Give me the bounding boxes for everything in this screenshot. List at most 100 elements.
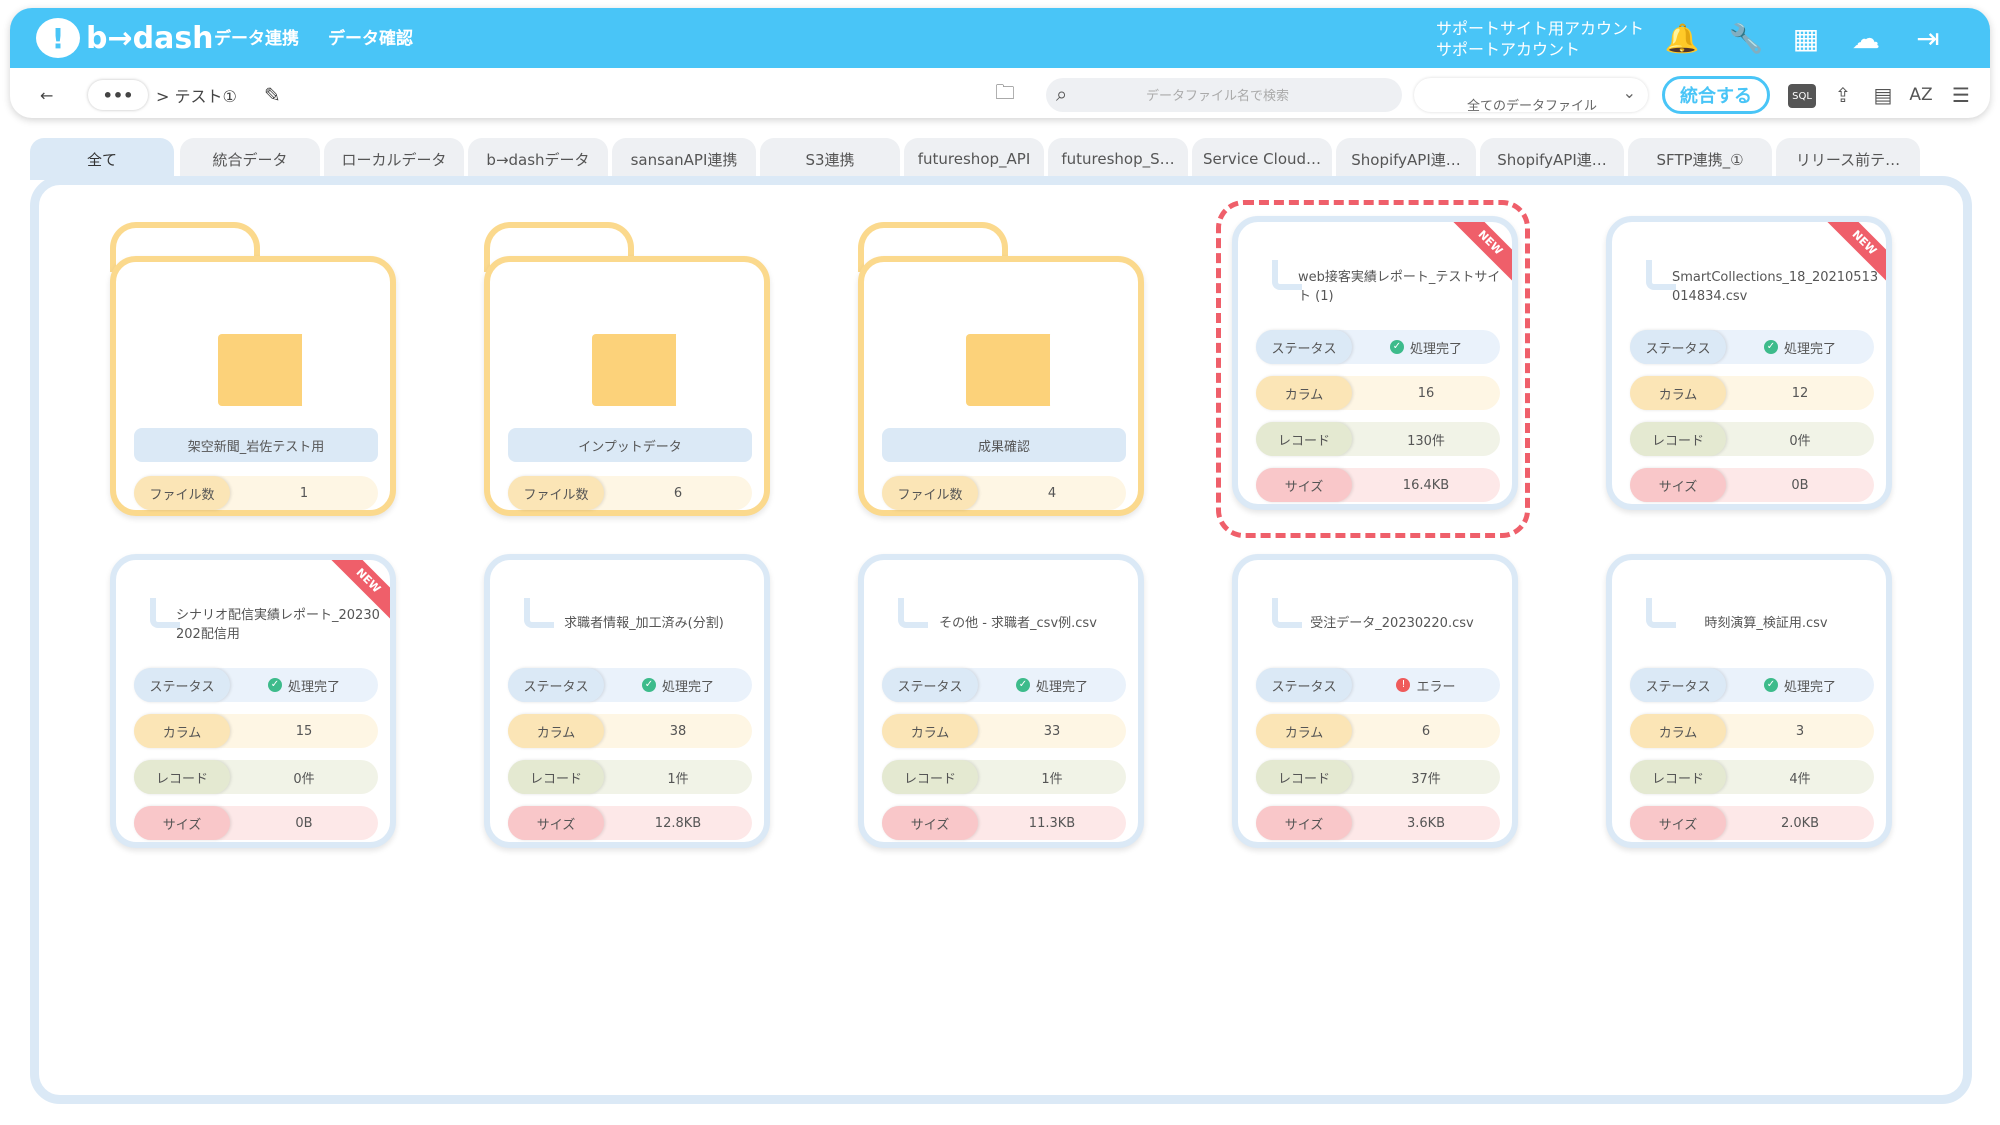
check-circle-icon: ✓ bbox=[1763, 340, 1778, 354]
file-card[interactable]: 受注データ_20230220.csv ステータス! エラー カラム 6 レコード 37件 サイ… bbox=[1232, 554, 1518, 848]
bell-icon[interactable]: 🔔 bbox=[1662, 18, 1702, 58]
record-label: レコード bbox=[1256, 422, 1352, 456]
folder-card[interactable]: インプットデータ ファイル数 6 bbox=[484, 222, 770, 516]
nav-data-link[interactable]: データ連携 bbox=[214, 24, 299, 49]
app-header: ! b→dash データ連携 データ確認 サポートサイト用アカウント サポートア… bbox=[10, 8, 1990, 118]
size-value: 2.0KB bbox=[1780, 815, 1820, 831]
record-label: レコード bbox=[1630, 422, 1726, 456]
size-label: サイズ bbox=[882, 806, 978, 840]
breadcrumb-more-button[interactable]: ••• bbox=[88, 80, 148, 110]
edit-pencil-icon[interactable]: ✎ bbox=[264, 80, 281, 110]
check-circle-icon: ✓ bbox=[641, 678, 656, 692]
folder-card[interactable]: 架空新聞_岩佐テスト用 ファイル数 1 bbox=[110, 222, 396, 516]
list-view-icon[interactable]: ☰ bbox=[1946, 80, 1976, 110]
file-card[interactable]: NEW SmartCollections_18_20210513014834.cs… bbox=[1606, 216, 1892, 510]
tab-bdash[interactable]: b→dashデータ bbox=[468, 138, 608, 180]
logout-icon[interactable]: ⇥ bbox=[1908, 18, 1948, 58]
column-value: 38 bbox=[669, 723, 687, 739]
record-row: レコード 130件 bbox=[1256, 422, 1500, 456]
tab-sftp[interactable]: SFTP連携_① bbox=[1628, 138, 1772, 180]
tab-prerelease[interactable]: リリース前テ… bbox=[1776, 138, 1920, 180]
record-value: 130件 bbox=[1407, 433, 1445, 449]
size-label: サイズ bbox=[1630, 468, 1726, 502]
back-icon[interactable]: ← bbox=[40, 80, 53, 110]
search-input[interactable]: ⌕ データファイル名で検索 bbox=[1046, 78, 1402, 112]
record-value: 37件 bbox=[1411, 771, 1441, 787]
sql-icon[interactable]: SQL bbox=[1788, 84, 1816, 108]
tab-merged[interactable]: 統合データ bbox=[180, 138, 320, 180]
tab-shopify-1[interactable]: ShopifyAPI連… bbox=[1336, 138, 1476, 180]
wrench-icon[interactable]: 🔧 bbox=[1726, 18, 1766, 58]
tab-shopify-2[interactable]: ShopifyAPI連… bbox=[1480, 138, 1624, 180]
record-value: 1件 bbox=[667, 771, 689, 787]
grid-icon[interactable]: ▦ bbox=[1786, 18, 1826, 58]
account-info[interactable]: サポートサイト用アカウント サポートアカウント bbox=[1436, 18, 1644, 60]
status-row: ステータス ✓ 処理完了 bbox=[508, 668, 752, 702]
file-title: その他 - 求職者_csv例.csv bbox=[939, 616, 1097, 631]
file-card-body: NEW SmartCollections_18_20210513014834.cs… bbox=[1606, 216, 1892, 510]
file-card[interactable]: 時刻演算_検証用.csv ステータス ✓ 処理完了 カラム 3 レコード 4件 サイズ 2.0KB bbox=[1606, 554, 1892, 848]
tab-futureshop-s[interactable]: futureshop_S… bbox=[1048, 138, 1188, 180]
column-value: 15 bbox=[295, 723, 313, 739]
status-text: 処理完了 bbox=[1409, 341, 1462, 357]
app-logo[interactable]: ! b→dash bbox=[36, 18, 214, 58]
file-card-body: 時刻演算_検証用.csv ステータス ✓ 処理完了 カラム 3 レコード 4件 サイズ 2.0KB bbox=[1606, 554, 1892, 848]
size-row: サイズ 16.4KB bbox=[1256, 468, 1500, 502]
folder-data-icon bbox=[592, 334, 684, 410]
status-row: ステータス ✓ 処理完了 bbox=[1630, 330, 1874, 364]
size-row: サイズ 11.3KB bbox=[882, 806, 1126, 840]
merge-button[interactable]: 統合する bbox=[1662, 76, 1770, 114]
table-view-icon[interactable]: ▤ bbox=[1868, 80, 1898, 110]
size-value: 3.6KB bbox=[1406, 815, 1446, 831]
check-circle-icon: ✓ bbox=[267, 678, 282, 692]
record-label: レコード bbox=[134, 760, 230, 794]
new-folder-icon[interactable]: 🗀 bbox=[990, 80, 1020, 110]
file-card-body: 求職者情報_加工済み(分割) ステータス ✓ 処理完了 カラム 38 レコード 1件 サイズ 12… bbox=[484, 554, 770, 848]
file-card-body: 受注データ_20230220.csv ステータス! エラー カラム 6 レコード 37件 サイ… bbox=[1232, 554, 1518, 848]
status-text: 処理完了 bbox=[1783, 679, 1836, 695]
file-count-row: ファイル数 6 bbox=[508, 476, 752, 510]
file-title: SmartCollections_18_20210513014834.csv bbox=[1672, 270, 1879, 304]
record-value: 4件 bbox=[1789, 771, 1811, 787]
status-value: ✓ 処理完了 bbox=[604, 668, 752, 702]
status-label: ステータス bbox=[882, 668, 978, 702]
top-bar: ! b→dash データ連携 データ確認 サポートサイト用アカウント サポートア… bbox=[10, 8, 1990, 68]
file-card[interactable]: NEW シナリオ配信実績レポート_20230202配信用 ステータス ✓ 処理完了 カラム… bbox=[110, 554, 396, 848]
status-row: ステータス ✓ 処理完了 bbox=[1630, 668, 1874, 702]
tab-all[interactable]: 全て bbox=[30, 138, 174, 180]
file-count-label: ファイル数 bbox=[882, 476, 978, 510]
size-label: サイズ bbox=[508, 806, 604, 840]
file-title: 受注データ_20230220.csv bbox=[1310, 616, 1474, 631]
column-value: 12 bbox=[1791, 385, 1809, 401]
tab-s3[interactable]: S3連携 bbox=[760, 138, 900, 180]
tab-futureshop-api[interactable]: futureshop_API bbox=[904, 138, 1044, 180]
folder-card[interactable]: 成果確認 ファイル数 4 bbox=[858, 222, 1144, 516]
size-value: 11.3KB bbox=[1028, 815, 1076, 831]
record-value: 1件 bbox=[1041, 771, 1063, 787]
record-row: レコード 0件 bbox=[1630, 422, 1874, 456]
folder-name: インプットデータ bbox=[508, 428, 752, 462]
error-circle-icon: ! bbox=[1396, 678, 1411, 692]
record-row: レコード 0件 bbox=[134, 760, 378, 794]
size-label: サイズ bbox=[134, 806, 230, 840]
record-row: レコード 37件 bbox=[1256, 760, 1500, 794]
nav-data-check[interactable]: データ確認 bbox=[328, 24, 413, 49]
file-count-row: ファイル数 1 bbox=[134, 476, 378, 510]
tab-service-cloud[interactable]: Service Cloud… bbox=[1192, 138, 1332, 180]
sort-az-icon[interactable]: AZ bbox=[1906, 80, 1936, 110]
file-count-value: 4 bbox=[1047, 485, 1057, 501]
tab-local[interactable]: ローカルデータ bbox=[324, 138, 464, 180]
upload-icon[interactable]: ⇪ bbox=[1828, 80, 1858, 110]
tab-sansan[interactable]: sansanAPI連携 bbox=[612, 138, 756, 180]
column-row: カラム 6 bbox=[1256, 714, 1500, 748]
file-filter-select[interactable]: 全てのデータファイル ⌄ bbox=[1414, 78, 1648, 114]
file-card[interactable]: NEW web接客実績レポート_テストサイト (1) ステータス ✓ 処理完了 カラム 16… bbox=[1232, 216, 1518, 510]
size-value: 12.8KB bbox=[654, 815, 702, 831]
support-chat-icon[interactable]: ☁ bbox=[1846, 18, 1886, 58]
status-label: ステータス bbox=[1630, 668, 1726, 702]
column-value: 6 bbox=[1421, 723, 1431, 739]
column-value: 33 bbox=[1043, 723, 1061, 739]
file-card[interactable]: 求職者情報_加工済み(分割) ステータス ✓ 処理完了 カラム 38 レコード 1件 サイズ 12… bbox=[484, 554, 770, 848]
file-card[interactable]: その他 - 求職者_csv例.csv ステータス ✓ 処理完了 カラム 33 レコード 1件サ… bbox=[858, 554, 1144, 848]
record-label: レコード bbox=[1256, 760, 1352, 794]
